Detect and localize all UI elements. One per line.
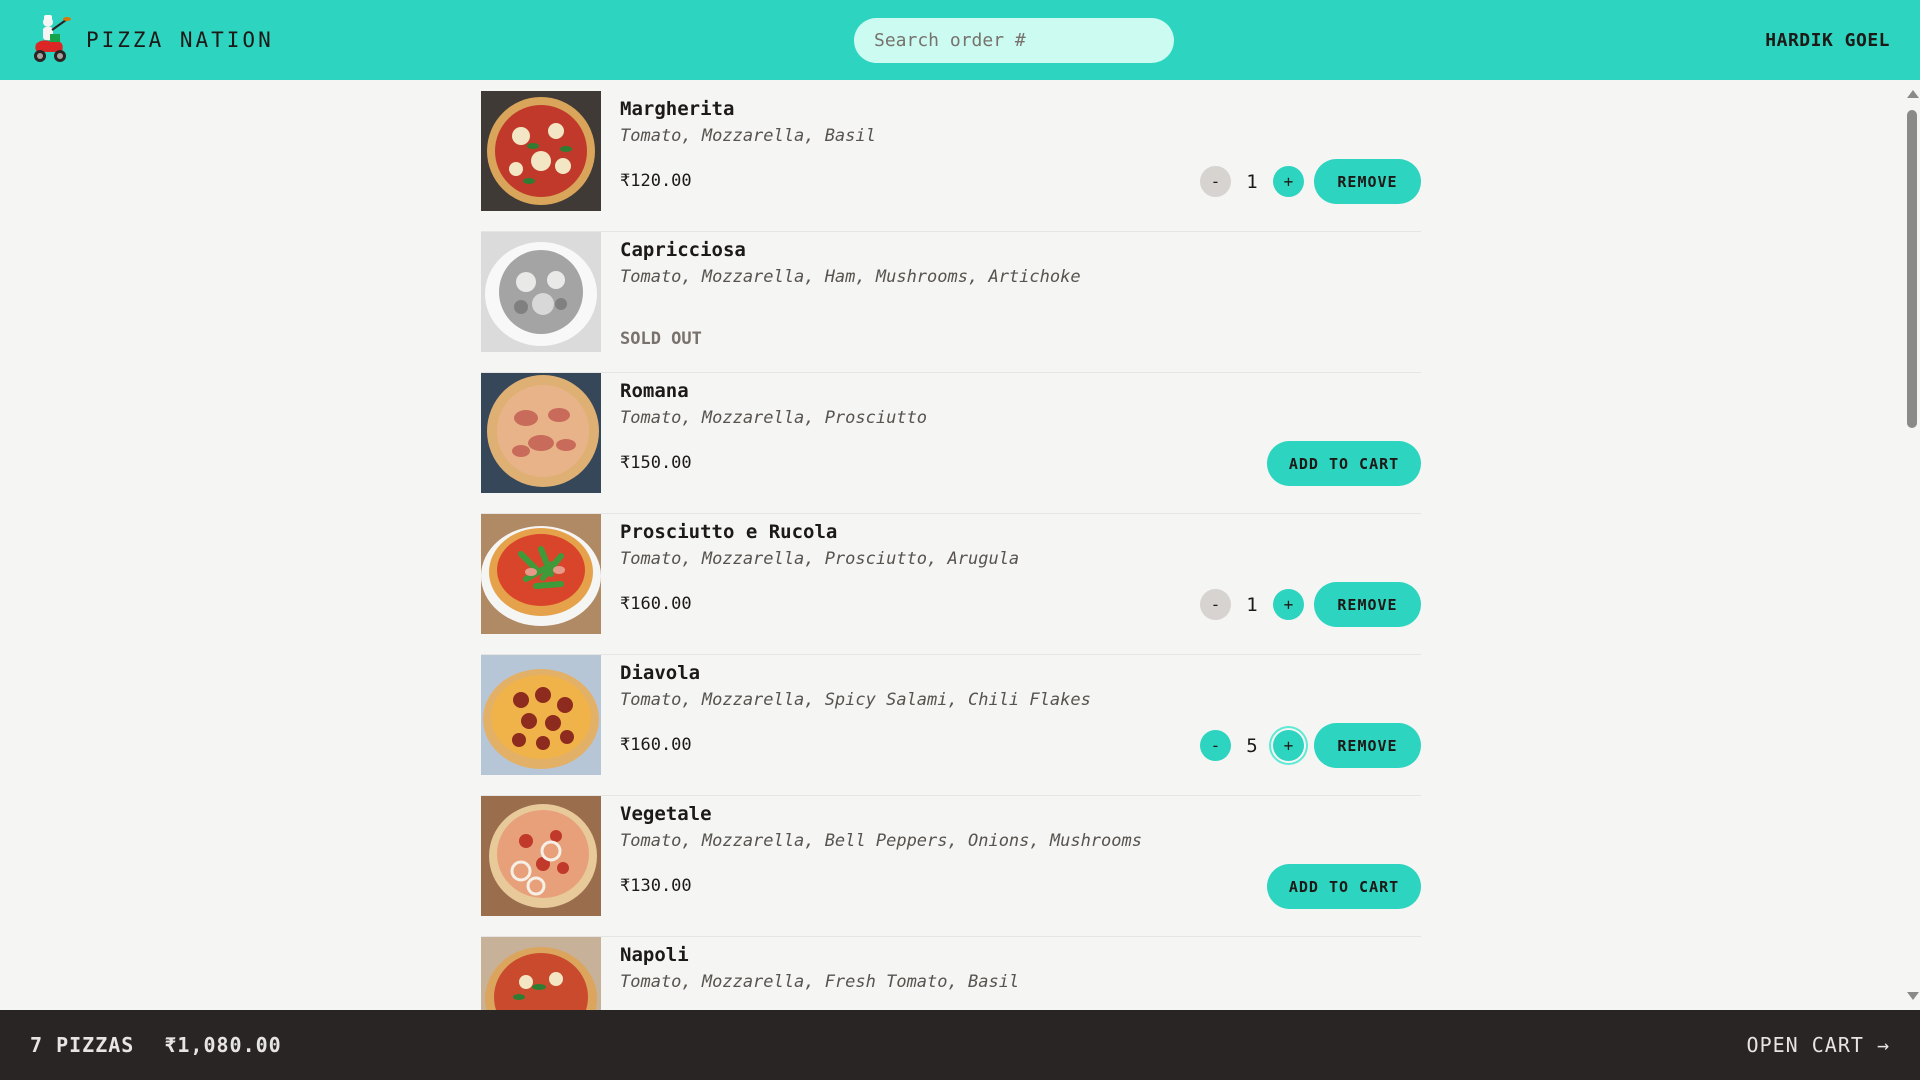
pizza-name: Margherita — [620, 98, 735, 120]
quantity-controls: - 5 + REMOVE — [1200, 723, 1421, 768]
remove-button[interactable]: REMOVE — [1314, 582, 1421, 627]
increase-quantity-button[interactable]: + — [1273, 589, 1304, 620]
cart-controls: ADD TO CART — [1267, 864, 1421, 909]
pizza-count: 7 PIZZAS — [30, 1033, 135, 1057]
menu-item: Vegetale Tomato, Mozzarella, Bell Pepper… — [481, 796, 1421, 937]
top-bar: PIZZA NATION HARDIK GOEL — [0, 0, 1920, 80]
brand[interactable]: PIZZA NATION — [30, 14, 274, 66]
pizza-ingredients: Tomato, Mozzarella, Prosciutto, Arugula — [620, 549, 1020, 569]
pizza-price: ₹160.00 — [620, 735, 692, 755]
menu-item: Romana Tomato, Mozzarella, Prosciutto ₹1… — [481, 373, 1421, 514]
open-cart-link[interactable]: OPEN CART → — [1747, 1033, 1890, 1057]
pizza-image — [481, 796, 601, 916]
remove-button[interactable]: REMOVE — [1314, 159, 1421, 204]
quantity-value: 5 — [1246, 734, 1258, 757]
pizza-price: ₹130.00 — [620, 876, 692, 896]
pizza-name: Capricciosa — [620, 239, 746, 261]
pizza-price: ₹150.00 — [620, 453, 692, 473]
pizza-menu-list: Margherita Tomato, Mozzarella, Basil ₹12… — [481, 91, 1421, 1010]
add-to-cart-button[interactable]: ADD TO CART — [1267, 441, 1421, 486]
scroll-down-arrow-icon[interactable] — [1907, 992, 1919, 1000]
increase-quantity-button[interactable]: + — [1273, 730, 1304, 761]
menu-item: Napoli Tomato, Mozzarella, Fresh Tomato,… — [481, 937, 1421, 1010]
pizza-ingredients: Tomato, Mozzarella, Ham, Mushrooms, Arti… — [620, 267, 1081, 287]
pizza-image — [481, 232, 601, 352]
quantity-value: 1 — [1246, 593, 1258, 616]
pizza-name: Napoli — [620, 944, 689, 966]
vertical-scrollbar[interactable] — [1903, 80, 1920, 1010]
pizza-image — [481, 514, 601, 634]
menu-item: Capricciosa Tomato, Mozzarella, Ham, Mus… — [481, 232, 1421, 373]
pizza-ingredients: Tomato, Mozzarella, Bell Peppers, Onions… — [620, 831, 1142, 851]
pizza-image — [481, 91, 601, 211]
pizza-ingredients: Tomato, Mozzarella, Fresh Tomato, Basil — [620, 972, 1020, 992]
pizza-name: Diavola — [620, 662, 701, 684]
cart-summary: 7 PIZZAS ₹1,080.00 — [30, 1033, 282, 1057]
decrease-quantity-button[interactable]: - — [1200, 589, 1231, 620]
pizza-name: Romana — [620, 380, 689, 402]
scooter-chef-logo-icon — [34, 15, 71, 62]
pizza-price: ₹120.00 — [620, 171, 692, 191]
menu-item: Margherita Tomato, Mozzarella, Basil ₹12… — [481, 91, 1421, 232]
decrease-quantity-button[interactable]: - — [1200, 730, 1231, 761]
scrollbar-thumb[interactable] — [1907, 110, 1917, 428]
quantity-controls: - 1 + REMOVE — [1200, 582, 1421, 627]
quantity-value: 1 — [1246, 170, 1258, 193]
pizza-image — [481, 373, 601, 493]
menu-item: Diavola Tomato, Mozzarella, Spicy Salami… — [481, 655, 1421, 796]
menu-item: Prosciutto e Rucola Tomato, Mozzarella, … — [481, 514, 1421, 655]
menu-content[interactable]: Margherita Tomato, Mozzarella, Basil ₹12… — [0, 80, 1920, 1010]
increase-quantity-button[interactable]: + — [1273, 166, 1304, 197]
brand-name: PIZZA NATION — [86, 28, 274, 52]
decrease-quantity-button[interactable]: - — [1200, 166, 1231, 197]
remove-button[interactable]: REMOVE — [1314, 723, 1421, 768]
quantity-controls: - 1 + REMOVE — [1200, 159, 1421, 204]
pizza-ingredients: Tomato, Mozzarella, Prosciutto — [620, 408, 928, 428]
pizza-ingredients: Tomato, Mozzarella, Spicy Salami, Chili … — [620, 690, 1091, 710]
cart-controls: ADD TO CART — [1267, 441, 1421, 486]
pizza-image — [481, 937, 601, 1010]
sold-out-label: SOLD OUT — [620, 329, 702, 349]
pizza-image — [481, 655, 601, 775]
cart-total: ₹1,080.00 — [164, 1033, 282, 1057]
pizza-name: Prosciutto e Rucola — [620, 521, 838, 543]
scroll-up-arrow-icon[interactable] — [1907, 90, 1919, 98]
search-input[interactable] — [854, 18, 1174, 63]
add-to-cart-button[interactable]: ADD TO CART — [1267, 864, 1421, 909]
pizza-price: ₹160.00 — [620, 594, 692, 614]
pizza-name: Vegetale — [620, 803, 712, 825]
user-name: HARDIK GOEL — [1765, 29, 1890, 51]
cart-overview-bar: 7 PIZZAS ₹1,080.00 OPEN CART → — [0, 1010, 1920, 1080]
pizza-ingredients: Tomato, Mozzarella, Basil — [620, 126, 876, 146]
